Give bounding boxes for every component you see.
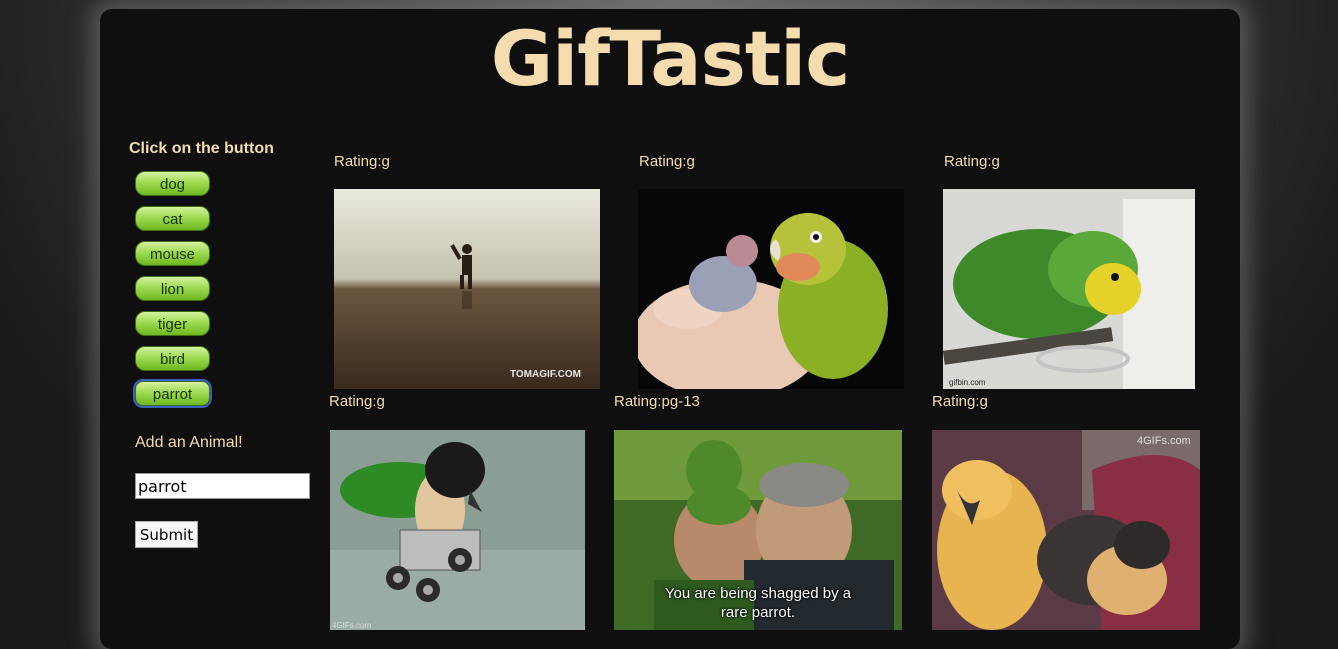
sidebar-heading: Click on the button — [129, 140, 274, 157]
animal-button-tiger[interactable]: tiger — [135, 311, 210, 336]
gif-watermark: 4GIFs.com — [1137, 435, 1191, 447]
gif-rating: Rating:g — [334, 153, 390, 170]
gif-parrot-perch-scene: gifbin.com — [943, 189, 1195, 389]
gif-rating: Rating:g — [944, 153, 1000, 170]
gif-parrots-scene — [638, 189, 904, 389]
gif-caption-line2: rare parrot. — [720, 604, 796, 621]
add-animal-label: Add an Animal! — [135, 434, 243, 451]
gif-image[interactable]: 4GIFs.com — [330, 430, 585, 630]
animal-button-lion[interactable]: lion — [135, 276, 210, 301]
gif-dancer-scene: TOMAGIF.COM — [334, 189, 600, 389]
gif-caption-line1: You are being shagged by a — [664, 585, 852, 602]
gif-parrot-car-scene: 4GIFs.com — [330, 430, 585, 630]
animal-button-mouse[interactable]: mouse — [135, 241, 210, 266]
animal-button-dog[interactable]: dog — [135, 171, 210, 196]
gif-image[interactable]: TOMAGIF.COM — [334, 189, 600, 389]
gif-parrot-cat-scene: 4GIFs.com — [932, 430, 1200, 630]
animal-input[interactable] — [135, 473, 310, 499]
gif-watermark: 4GIFs.com — [332, 621, 371, 630]
gif-rating: Rating:pg-13 — [614, 393, 700, 410]
animal-button-parrot[interactable]: parrot — [133, 379, 212, 408]
gif-rating: Rating:g — [639, 153, 695, 170]
submit-button[interactable]: Submit — [135, 521, 198, 548]
page-title: GifTastic — [490, 14, 851, 103]
gif-image[interactable]: 4GIFs.com — [932, 430, 1200, 630]
animal-button-cat[interactable]: cat — [135, 206, 210, 231]
gif-rating: Rating:g — [932, 393, 988, 410]
gif-watermark: gifbin.com — [949, 378, 986, 387]
gif-image[interactable]: You are being shagged by a rare parrot. — [614, 430, 902, 630]
gif-rating: Rating:g — [329, 393, 385, 410]
gif-image[interactable] — [638, 189, 904, 389]
animal-button-bird[interactable]: bird — [135, 346, 210, 371]
main-container: GifTastic Click on the button dog cat mo… — [100, 9, 1240, 649]
gif-watermark: TOMAGIF.COM — [510, 369, 581, 380]
gif-image[interactable]: gifbin.com — [943, 189, 1195, 389]
